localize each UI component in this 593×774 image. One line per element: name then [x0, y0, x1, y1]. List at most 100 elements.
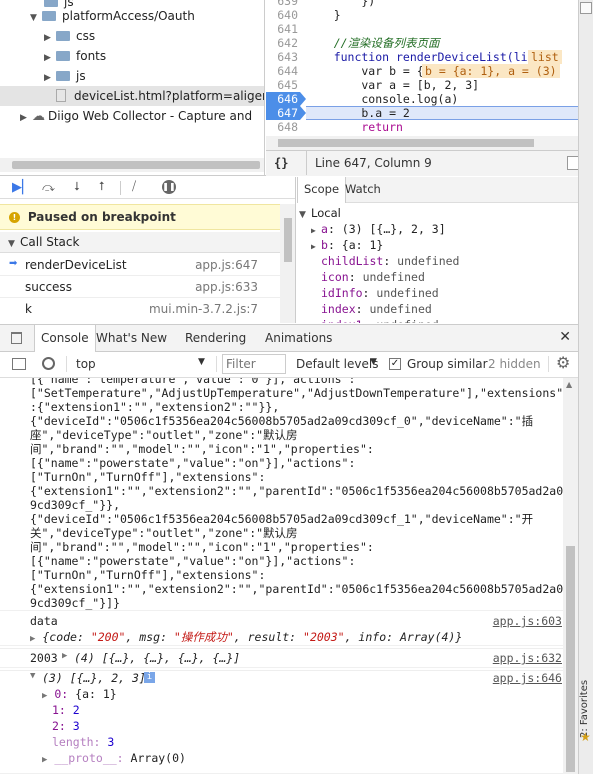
line-number[interactable]: 647: [266, 106, 304, 120]
deactivate-breakpoints-icon[interactable]: ⧸: [132, 179, 136, 194]
callstack-frame[interactable]: success app.js:633: [0, 276, 280, 298]
chevron-down-icon[interactable]: ▼: [30, 8, 42, 28]
console-vscroll-thumb[interactable]: [566, 546, 575, 772]
debugger-vscrollbar[interactable]: [280, 204, 295, 323]
line-number[interactable]: 640: [266, 8, 304, 22]
scope-var[interactable]: icon: undefined: [321, 269, 425, 285]
chevron-right-icon[interactable]: ▶: [20, 108, 32, 128]
tree-item-diigo[interactable]: ▶ ☁ Diigo Web Collector - Capture and: [20, 106, 252, 126]
editor-hscrollbar[interactable]: [266, 136, 579, 150]
code-editor[interactable]: 639 }) 640 } 641 642 //渲染设备列表页面 643 func…: [266, 0, 593, 150]
obj-value: "2003": [303, 630, 345, 644]
info-icon[interactable]: i: [144, 672, 155, 683]
step-into-icon[interactable]: ⭣: [74, 179, 80, 194]
console-vscrollbar[interactable]: ▲: [563, 378, 578, 774]
tab-whats-new[interactable]: What's New: [90, 325, 173, 352]
scope-local-title: Local: [311, 206, 341, 220]
gear-icon[interactable]: ⚙: [556, 353, 570, 372]
scope-tree: ▼ Local ▶ a: (3) [{…}, 2, 3] ▶ b: {a: 1} ch…: [297, 205, 579, 323]
pretty-print-button[interactable]: {}: [274, 151, 288, 175]
line-number[interactable]: 643: [266, 50, 304, 64]
levels-dropdown[interactable]: Default levels: [296, 357, 378, 371]
resume-icon[interactable]: ▶▏: [12, 180, 32, 195]
step-over-icon[interactable]: ⤼: [42, 180, 55, 195]
callstack-title: Call Stack: [20, 235, 80, 249]
chevron-down-icon[interactable]: ▼: [370, 357, 377, 367]
array-item[interactable]: ▶ 0: {a: 1}: [42, 687, 117, 701]
json-line: [{"name":"powerstate","value":"on"}],"ac…: [30, 554, 356, 568]
scope-var[interactable]: idInfo: undefined: [321, 285, 439, 301]
nav-hscroll-thumb[interactable]: [12, 161, 260, 169]
sidebar-toggle-icon[interactable]: [12, 358, 26, 370]
tree-item-css[interactable]: ▶ css: [44, 26, 95, 46]
ide-side-strip: 2: Favorites ★: [578, 0, 593, 774]
item-value: Array(0): [130, 751, 186, 765]
folder-icon: [56, 51, 70, 61]
line-number[interactable]: 648: [266, 120, 304, 134]
scope-var-b[interactable]: ▶ b: {a: 1}: [311, 237, 383, 253]
json-output-block: [{"name":"temperature","value":"0"}],"ac…: [30, 378, 563, 610]
scope-var-a[interactable]: ▶ a: (3) [{…}, 2, 3]: [311, 221, 446, 237]
star-icon[interactable]: ★: [580, 730, 591, 744]
tab-animations[interactable]: Animations: [259, 325, 338, 352]
obj-text: , info: Array(4)}: [344, 630, 463, 644]
context-selector[interactable]: top: [76, 357, 96, 371]
tree-item-platformaccess[interactable]: ▼ platformAccess/Oauth: [30, 6, 195, 26]
scope-var[interactable]: index: undefined: [321, 301, 432, 317]
data-object[interactable]: ▶ {code: "200", msg: "操作成功", result: "20…: [30, 629, 462, 645]
chevron-right-icon[interactable]: ▶: [44, 48, 56, 68]
inline-value: b = {a: 1}, a = (3): [422, 64, 560, 78]
favorites-tab[interactable]: 2: Favorites: [579, 668, 593, 738]
code-line: console.log(a): [306, 92, 459, 106]
scope-var[interactable]: index1: undefined: [321, 317, 439, 323]
scroll-up-icon[interactable]: ▲: [566, 380, 572, 389]
scope-var[interactable]: childList: undefined: [321, 253, 459, 269]
line-number[interactable]: 642: [266, 36, 304, 50]
source-link[interactable]: app.js:603: [493, 614, 562, 628]
source-link[interactable]: app.js:646: [493, 671, 562, 685]
line-number[interactable]: 646: [266, 92, 304, 106]
tree-item-devicelist[interactable]: deviceList.html?platform=aligenie: [0, 86, 264, 106]
editor-hscroll-thumb[interactable]: [278, 139, 534, 147]
tree-item-js[interactable]: ▶ js: [44, 66, 86, 86]
folder-icon: [56, 71, 70, 81]
array-item[interactable]: ▶ __proto__: Array(0): [42, 751, 186, 765]
json-line: {"deviceId":"0506c1f5356ea204c56008b5705…: [30, 512, 534, 526]
tab-rendering[interactable]: Rendering: [179, 325, 252, 352]
filter-input[interactable]: [222, 354, 286, 374]
line-number[interactable]: 641: [266, 22, 304, 36]
chevron-right-icon[interactable]: ▶: [62, 651, 67, 661]
tab-console[interactable]: Console: [34, 325, 96, 353]
step-out-icon[interactable]: ⭡: [99, 179, 105, 194]
line-number[interactable]: 644: [266, 64, 304, 78]
var-name: icon: [321, 270, 349, 284]
json-line: 关","deviceType":"outlet","zone":"默认房: [30, 526, 298, 540]
tab-watch[interactable]: Watch: [339, 177, 387, 203]
callstack-header[interactable]: ▼ Call Stack: [0, 232, 280, 253]
source-link[interactable]: app.js:632: [493, 651, 562, 665]
close-drawer-button[interactable]: ✕: [559, 329, 571, 345]
line-number[interactable]: 645: [266, 78, 304, 92]
group-similar-checkbox[interactable]: ✓: [389, 358, 401, 370]
line-number[interactable]: 639: [266, 0, 304, 8]
chevron-down-icon[interactable]: ▼: [198, 357, 205, 367]
debugger-vscroll-thumb[interactable]: [284, 218, 292, 262]
chevron-right-icon[interactable]: ▶: [44, 68, 56, 88]
drawer-menu-icon[interactable]: [11, 332, 22, 344]
scope-local[interactable]: ▼ Local: [297, 205, 341, 221]
array-item: 2: 3: [52, 719, 80, 733]
window-tile-icon[interactable]: [580, 2, 592, 14]
callstack-frame[interactable]: ➡ renderDeviceList app.js:647: [0, 254, 280, 276]
clear-console-icon[interactable]: [42, 357, 55, 370]
chevron-down-icon[interactable]: ▼: [30, 671, 35, 681]
nav-hscrollbar[interactable]: [0, 158, 264, 172]
obj-text: , result:: [233, 630, 304, 644]
var-name: childList: [321, 254, 384, 268]
callstack-frame[interactable]: k mui.min-3.7.2.js:7: [0, 298, 280, 320]
pause-on-exceptions-icon[interactable]: ❚❚: [162, 180, 176, 194]
tree-item-fonts[interactable]: ▶ fonts: [44, 46, 106, 66]
debugger-sidebar: ▶▏ ⤼ ⭣ ⭡ ⧸ ❚❚ ! Paused on breakpoint ▼ Ca…: [0, 177, 296, 323]
array-preview[interactable]: (4) [{…}, {…}, {…}, {…}]: [74, 651, 240, 665]
chevron-right-icon[interactable]: ▶: [44, 28, 56, 48]
array-preview[interactable]: (3) [{…}, 2, 3]: [42, 671, 146, 685]
